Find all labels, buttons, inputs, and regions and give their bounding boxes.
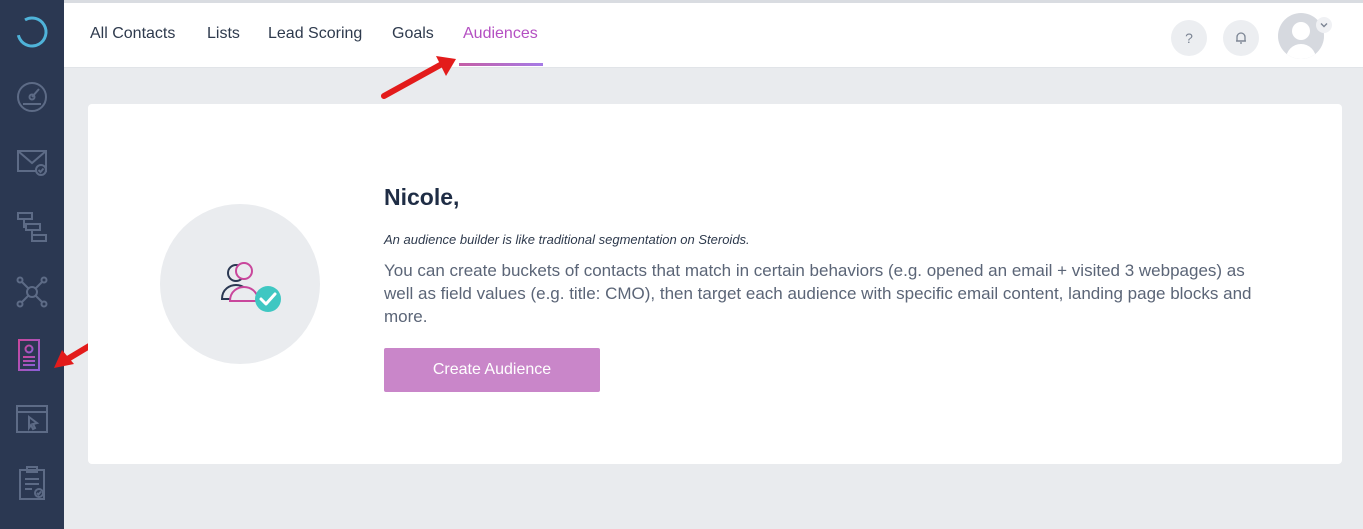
contacts-icon[interactable] (12, 335, 52, 375)
tab-audiences[interactable]: Audiences (463, 25, 538, 43)
help-button[interactable]: ? (1171, 20, 1207, 56)
tab-all-contacts[interactable]: All Contacts (90, 25, 175, 43)
automation-flow-icon[interactable] (12, 207, 52, 247)
landing-page-icon[interactable] (12, 399, 52, 439)
email-icon[interactable] (12, 141, 52, 181)
tab-lead-scoring[interactable]: Lead Scoring (268, 25, 362, 43)
create-audience-button[interactable]: Create Audience (384, 348, 600, 392)
tagline: An audience builder is like traditional … (384, 232, 750, 247)
active-tab-indicator (459, 63, 543, 66)
tab-lists[interactable]: Lists (207, 25, 240, 43)
tab-goals[interactable]: Goals (392, 25, 434, 43)
greeting-heading: Nicole, (384, 184, 460, 210)
account-menu-toggle[interactable] (1316, 17, 1332, 33)
sidebar (0, 0, 64, 529)
top-navigation: All Contacts Lists Lead Scoring Goals Au… (64, 0, 1363, 68)
logo-ring-icon[interactable] (12, 12, 52, 52)
notifications-button[interactable] (1223, 20, 1259, 56)
question-icon: ? (1185, 30, 1193, 46)
bell-icon (1236, 32, 1246, 44)
tasks-clipboard-icon[interactable] (12, 463, 52, 503)
chevron-down-icon (1320, 23, 1328, 28)
dashboard-gauge-icon[interactable] (12, 76, 52, 116)
illustration-circle (160, 204, 320, 364)
audiences-empty-state-card: Nicole, An audience builder is like trad… (88, 104, 1342, 464)
annotation-arrow-audiences (381, 56, 456, 99)
audience-group-check-icon (220, 262, 281, 312)
description-text: You can create buckets of contacts that … (384, 261, 1252, 326)
integrations-network-icon[interactable] (12, 272, 52, 312)
